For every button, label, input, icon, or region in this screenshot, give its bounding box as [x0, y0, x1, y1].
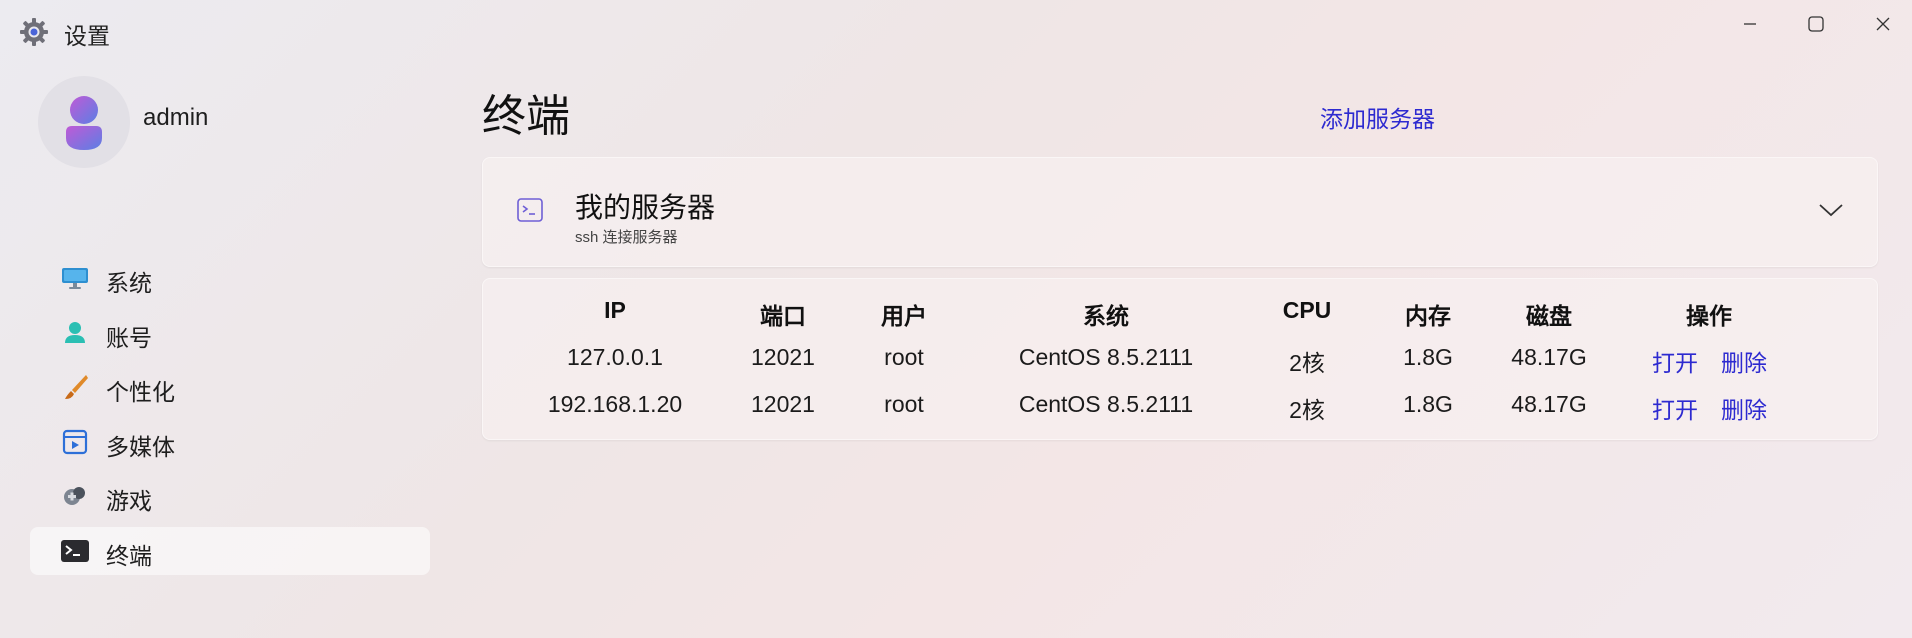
chevron-down-icon[interactable]: [1817, 200, 1845, 220]
cell-user: root: [884, 391, 924, 417]
add-server-link[interactable]: 添加服务器: [1320, 100, 1435, 134]
sidebar-item-terminal[interactable]: 终端: [30, 526, 430, 575]
cell-user: root: [884, 344, 924, 370]
sidebar-item-account[interactable]: 账号: [30, 309, 430, 357]
sidebar-item-personalization[interactable]: 个性化: [30, 363, 430, 411]
cell-os: CentOS 8.5.2111: [1018, 391, 1194, 417]
column-header-port: 端口: [760, 303, 806, 329]
title-bar: 设置: [0, 0, 1912, 60]
close-button[interactable]: [1863, 12, 1903, 36]
avatar[interactable]: [38, 76, 130, 168]
cell-disk: 48.17G: [1511, 344, 1587, 370]
cell-ip: 127.0.0.1: [567, 344, 663, 370]
sidebar-item-label: 游戏: [106, 488, 152, 515]
gamepad-icon: [64, 487, 85, 506]
monitor-icon: [62, 268, 88, 289]
close-icon: [1876, 17, 1890, 31]
column-header-os: 系统: [1083, 303, 1129, 329]
person-icon: [66, 96, 102, 150]
sidebar-item-label: 多媒体: [106, 433, 175, 460]
column-header-user: 用户: [881, 303, 927, 329]
gear-icon: [20, 18, 48, 46]
cell-disk: 48.17G: [1511, 391, 1587, 417]
column-header-ip: IP: [604, 297, 626, 323]
column-header-actions: 操作: [1686, 303, 1732, 329]
sidebar-item-multimedia[interactable]: 多媒体: [30, 418, 430, 466]
cell-memory: 1.8G: [1403, 344, 1453, 370]
cell-cpu: 2核: [1289, 397, 1325, 423]
terminal-icon: [61, 539, 89, 562]
column-header-cpu: CPU: [1282, 297, 1332, 323]
page-title: 终端: [482, 92, 570, 141]
column-header-disk: 磁盘: [1526, 303, 1572, 329]
maximize-icon: [1808, 16, 1824, 32]
cell-port: 12021: [751, 391, 815, 417]
delete-button[interactable]: 删除: [1721, 344, 1767, 378]
sidebar-item-system[interactable]: 系统: [30, 254, 430, 302]
cell-port: 12021: [751, 344, 815, 370]
delete-button[interactable]: 删除: [1721, 391, 1767, 425]
open-button[interactable]: 打开: [1652, 391, 1698, 425]
server-group-card[interactable]: 我的服务器 ssh 连接服务器: [482, 157, 1878, 267]
cell-ip: 192.168.1.20: [547, 391, 683, 417]
maximize-button[interactable]: [1796, 12, 1836, 36]
open-button[interactable]: 打开: [1652, 344, 1698, 378]
terminal-icon: [517, 198, 543, 222]
sidebar-nav: 系统 账号 个性化 多媒体 游戏 终端: [30, 254, 430, 582]
window-title: 设置: [64, 23, 110, 49]
sidebar-item-gaming[interactable]: 游戏: [30, 472, 430, 520]
brush-icon: [65, 375, 88, 400]
card-title: 我的服务器: [575, 192, 716, 223]
minimize-button[interactable]: [1730, 12, 1770, 36]
sidebar-item-label: 个性化: [106, 379, 175, 406]
cell-memory: 1.8G: [1403, 391, 1453, 417]
username: admin: [143, 104, 209, 131]
minimize-icon: [1744, 23, 1756, 25]
media-icon: [62, 429, 88, 454]
cell-cpu: 2核: [1289, 350, 1325, 376]
account-icon: [65, 321, 85, 343]
sidebar-item-label: 终端: [106, 542, 152, 569]
column-header-memory: 内存: [1405, 303, 1451, 329]
sidebar-item-label: 系统: [106, 270, 152, 296]
cell-os: CentOS 8.5.2111: [1018, 344, 1194, 370]
sidebar-item-label: 账号: [106, 324, 152, 351]
server-table: IP 端口 用户 系统 CPU 内存 磁盘 操作 127.0.0.1 12021…: [482, 278, 1878, 440]
card-subtitle: ssh 连接服务器: [575, 229, 678, 246]
